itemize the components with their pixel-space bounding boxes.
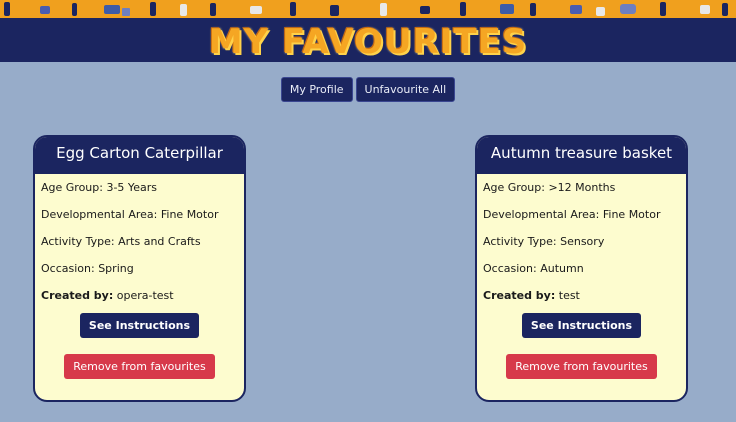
remove-from-favourites-button[interactable]: Remove from favourites bbox=[506, 354, 657, 379]
activity-type-value: Sensory bbox=[560, 235, 605, 248]
activity-type-row: Activity Type: Arts and Crafts bbox=[41, 233, 238, 260]
occasion-label: Occasion: bbox=[483, 262, 537, 275]
activity-type-row: Activity Type: Sensory bbox=[483, 233, 680, 260]
top-nav: My Profile Unfavourite All bbox=[0, 77, 736, 102]
activity-type-label: Activity Type: bbox=[41, 235, 115, 248]
developmental-area-row: Developmental Area: Fine Motor bbox=[41, 206, 238, 233]
developmental-area-value: Fine Motor bbox=[602, 208, 661, 221]
age-group-row: Age Group: >12 Months bbox=[483, 179, 680, 206]
developmental-area-label: Developmental Area: bbox=[41, 208, 158, 221]
kids-illustration-strip bbox=[4, 2, 728, 16]
favourite-card: Egg Carton Caterpillar Age Group: 3-5 Ye… bbox=[33, 135, 246, 402]
created-by-label: Created by: bbox=[41, 289, 114, 302]
created-by-row: Created by: opera-test bbox=[41, 287, 238, 314]
see-instructions-button[interactable]: See Instructions bbox=[79, 313, 200, 338]
created-by-row: Created by: test bbox=[483, 287, 680, 314]
see-instructions-button[interactable]: See Instructions bbox=[521, 313, 642, 338]
remove-from-favourites-button[interactable]: Remove from favourites bbox=[64, 354, 215, 379]
developmental-area-label: Developmental Area: bbox=[483, 208, 600, 221]
page-title: MY FAVOURITES bbox=[208, 22, 528, 62]
occasion-label: Occasion: bbox=[41, 262, 95, 275]
occasion-row: Occasion: Autumn bbox=[483, 260, 680, 287]
created-by-value: test bbox=[558, 289, 580, 302]
unfavourite-all-button[interactable]: Unfavourite All bbox=[355, 77, 456, 102]
my-profile-button[interactable]: My Profile bbox=[280, 77, 353, 102]
age-group-label: Age Group: bbox=[41, 181, 103, 194]
favourite-card: Autumn treasure basket Age Group: >12 Mo… bbox=[475, 135, 688, 402]
developmental-area-row: Developmental Area: Fine Motor bbox=[483, 206, 680, 233]
decorative-banner-strip bbox=[0, 0, 736, 18]
occasion-value: Autumn bbox=[540, 262, 584, 275]
age-group-label: Age Group: bbox=[483, 181, 545, 194]
age-group-value: 3-5 Years bbox=[106, 181, 157, 194]
created-by-value: opera-test bbox=[116, 289, 174, 302]
occasion-value: Spring bbox=[98, 262, 134, 275]
created-by-label: Created by: bbox=[483, 289, 556, 302]
developmental-area-value: Fine Motor bbox=[160, 208, 219, 221]
age-group-row: Age Group: 3-5 Years bbox=[41, 179, 238, 206]
occasion-row: Occasion: Spring bbox=[41, 260, 238, 287]
card-title: Autumn treasure basket bbox=[477, 137, 686, 174]
age-group-value: >12 Months bbox=[548, 181, 616, 194]
activity-type-label: Activity Type: bbox=[483, 235, 557, 248]
card-title: Egg Carton Caterpillar bbox=[35, 137, 244, 174]
activity-type-value: Arts and Crafts bbox=[118, 235, 201, 248]
